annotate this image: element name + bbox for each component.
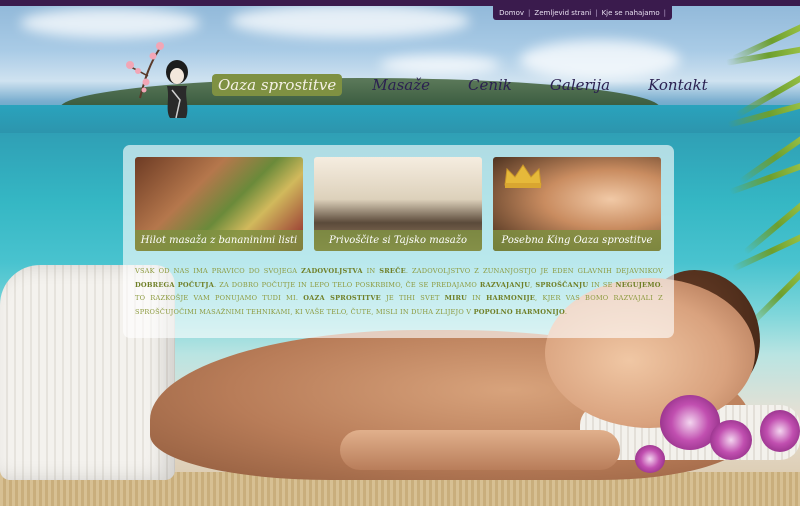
intro-keyword: dobrega počutja <box>135 280 215 289</box>
nav-item-oaza-sprostitve[interactable]: Oaza sprostitve <box>212 74 343 96</box>
intro-text-part: in se <box>588 280 616 289</box>
crown-icon <box>504 164 542 188</box>
feature-card-thai[interactable]: Privoščite si Tajsko masažo <box>314 157 482 251</box>
cloud <box>380 55 500 75</box>
feature-card-king[interactable]: Posebna King Oaza sprostitve <box>493 157 661 251</box>
card-caption: Privoščite si Tajsko masažo <box>314 230 482 251</box>
palm-leaves <box>720 0 800 328</box>
separator: | <box>595 9 598 17</box>
intro-text-part: in <box>362 267 380 275</box>
intro-keyword: negujemo <box>615 280 661 289</box>
orchid-flower <box>760 410 800 452</box>
top-bar <box>0 0 800 6</box>
intro-keyword: miru <box>444 294 468 302</box>
intro-keyword: Oaza sprostitve <box>303 294 381 302</box>
intro-text-part: Vsak od nas ima pravico do svojega <box>135 267 302 275</box>
intro-keyword: harmonije <box>486 294 536 302</box>
separator: | <box>528 9 531 17</box>
content-panel: Hilot masaža z bananinimi listi Privošči… <box>123 145 674 338</box>
intro-text: Vsak od nas ima pravico do svojega zadov… <box>135 265 663 319</box>
top-link-location[interactable]: Kje se nahajamo <box>602 9 660 17</box>
card-caption: Posebna King Oaza sprostitve <box>493 230 661 251</box>
main-nav: Oaza sprostitve Masaže Cenik Galerija Ko… <box>212 74 740 96</box>
intro-text-part: je tihi svet <box>380 294 445 302</box>
intro-keyword: sreče <box>379 267 406 275</box>
top-link-home[interactable]: Domov <box>499 9 524 17</box>
card-caption: Hilot masaža z bananinimi listi <box>135 230 303 251</box>
intro-text-part: in <box>467 294 487 302</box>
nav-item-cenik[interactable]: Cenik <box>462 74 518 96</box>
woman-arm <box>340 430 620 470</box>
intro-text-part: . <box>564 307 568 316</box>
top-link-sitemap[interactable]: Zemljevid strani <box>534 9 591 17</box>
intro-keyword: sproščanju <box>535 280 589 289</box>
nav-item-galerija[interactable]: Galerija <box>544 74 616 96</box>
intro-keyword: popolno harmonijo <box>473 307 565 316</box>
nav-item-masaze[interactable]: Masaže <box>366 74 436 96</box>
orchid-flower <box>710 420 752 460</box>
cloud <box>20 8 200 38</box>
intro-text-part: . Zadovoljstvo z zunanjostjo je eden gla… <box>405 267 663 275</box>
geisha-logo-icon[interactable] <box>120 38 200 120</box>
feature-card-hilot[interactable]: Hilot masaža z bananinimi listi <box>135 157 303 251</box>
orchid-flower <box>635 445 665 473</box>
nav-item-kontakt[interactable]: Kontakt <box>642 74 714 96</box>
separator: | <box>663 9 666 17</box>
intro-keyword: zadovoljstva <box>301 267 363 275</box>
top-links: Domov | Zemljevid strani | Kje se nahaja… <box>493 6 672 20</box>
intro-keyword: razvajanju <box>479 280 531 289</box>
intro-text-part: . Za dobro počutje in lepo telo poskrbim… <box>214 280 480 289</box>
cloud <box>230 4 470 38</box>
